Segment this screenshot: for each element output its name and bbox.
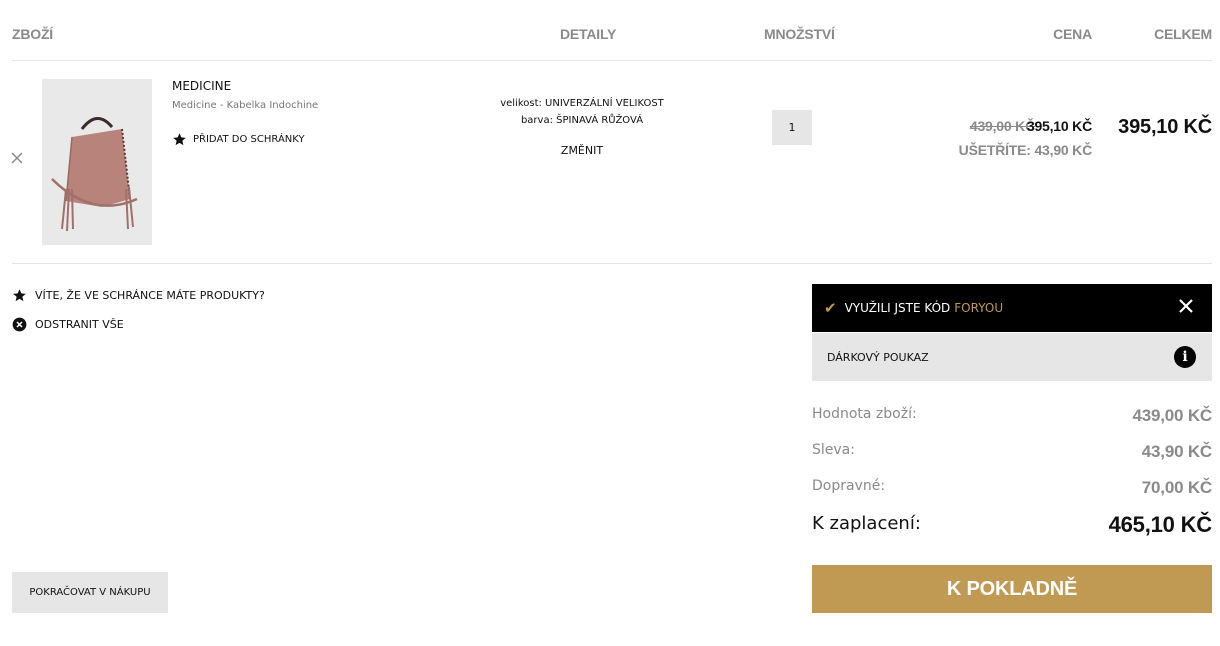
voucher-label: DÁRKOVÝ POUKAZ [827,350,929,364]
coupon-applied-bar: ✔ VYUŽILI JSTE KÓD FORYOU [812,284,1212,332]
product-image[interactable] [42,79,152,245]
goods-value: 439,00 KČ [1132,406,1213,425]
box-notice-label: VÍTE, ŽE VE SCHRÁNCE MÁTE PRODUKTY? [35,289,265,302]
gift-voucher-toggle[interactable]: DÁRKOVÝ POUKAZ i [812,333,1212,381]
shipping-label: Dopravné: [812,478,886,494]
remove-item-button[interactable] [10,152,24,166]
checkout-button[interactable]: K POKLADNĚ [812,565,1212,613]
product-details: velikost: UNIVERZÁLNÍ VELIKOST barva: ŠP… [460,95,704,129]
checkmark-icon: ✔ [824,299,837,317]
coupon-code: FORYOU [954,301,1004,315]
remove-all-link[interactable]: ODSTRANIT VŠE [12,317,124,332]
header-price: CENA [1053,26,1092,42]
color-line: barva: ŠPINAVÁ RŮŽOVÁ [520,115,644,126]
header-item: ZBOŽÍ [12,26,53,42]
remove-all-label: ODSTRANIT VŠE [35,318,124,331]
old-price: 439,00 KČ [969,118,1035,134]
continue-shopping-button[interactable]: POKRAČOVAT V NÁKUPU [12,572,168,613]
close-icon [11,152,23,164]
header-quantity: MNOŽSTVÍ [764,26,835,42]
savings: UŠETŘÍTE: 43,90 KČ [958,142,1093,158]
header-details: DETAILY [560,26,617,42]
total-label: K zaplacení: [812,513,921,534]
remove-circle-icon [12,317,27,332]
divider [12,60,1212,61]
star-icon [173,133,186,146]
discount-value: 43,90 KČ [1141,442,1212,461]
total-value: 465,10 KČ [1108,512,1213,537]
size-line: velikost: UNIVERZÁLNÍ VELIKOST [500,98,664,109]
handbag-image [42,79,152,245]
coupon-text: VYUŽILI JSTE KÓD [844,301,951,315]
product-subtitle: Medicine - Kabelka Indochine [172,100,319,111]
product-name[interactable]: MEDICINE [172,79,231,93]
divider [12,263,1212,264]
shipping-value: 70,00 KČ [1141,478,1212,497]
change-button[interactable]: ZMĚNIT [540,144,624,157]
header-total: CELKEM [1154,26,1212,42]
line-total: 395,10 KČ [1118,116,1212,138]
add-to-box-label: PŘIDAT DO SCHRÁNKY [193,134,305,145]
goods-value-label: Hodnota zboží: [812,406,917,422]
close-icon[interactable] [1178,298,1194,314]
info-icon[interactable]: i [1174,346,1196,368]
quantity-input[interactable]: 1 [772,110,812,145]
new-price: 395,10 KČ [1026,118,1092,134]
star-icon [13,289,26,302]
box-notice-link[interactable]: VÍTE, ŽE VE SCHRÁNCE MÁTE PRODUKTY? [12,288,265,303]
discount-label: Sleva: [812,442,855,458]
add-to-box-button[interactable]: PŘIDAT DO SCHRÁNKY [172,132,305,147]
